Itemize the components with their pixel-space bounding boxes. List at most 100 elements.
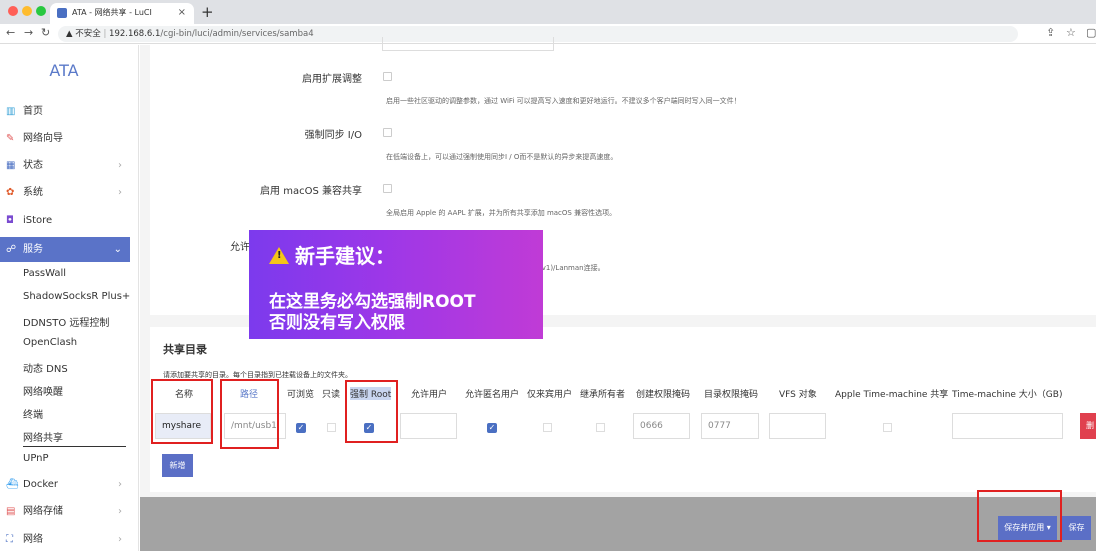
force-sync-checkbox[interactable] (383, 128, 392, 137)
minimize-window-icon[interactable] (22, 6, 32, 16)
tm-size-input[interactable] (952, 413, 1063, 439)
ext-tune-checkbox[interactable] (383, 72, 392, 81)
header-timemachine: Apple Time-machine 共享 (835, 390, 949, 400)
url-host: 192.168.6.1 (109, 29, 161, 39)
not-secure-label: 不安全 (75, 29, 101, 39)
header-guest: 允许匿名用户 (465, 390, 520, 400)
sidebar-item-services[interactable]: ☍ 服务 ⌄ (0, 237, 130, 262)
sidebar-item-label: 网络存储 (23, 506, 63, 517)
new-tab-icon[interactable]: + (201, 3, 214, 21)
guest-checkbox[interactable]: ✓ (487, 423, 497, 433)
chevron-right-icon: › (118, 187, 122, 198)
sidebar-subitem-ssr-plus[interactable]: ShadowSocksR Plus+ (23, 291, 130, 302)
chevron-right-icon: › (118, 479, 122, 490)
share-icon[interactable]: ⇪ (1046, 26, 1055, 39)
sidebar-item-system[interactable]: ✿ 系统 › (0, 182, 130, 204)
callout-line-2: 否则没有写入权限 (269, 313, 405, 333)
sidebar-item-label: 网络向导 (23, 133, 63, 144)
callout-title-row: 新手建议： (269, 240, 395, 269)
favicon-icon (57, 8, 67, 18)
macos-description: 全局启用 Apple 的 AAPL 扩展，并为所有共享添加 macOS 兼容性选… (386, 209, 617, 217)
chevron-right-icon: › (118, 160, 122, 171)
sidebar-item-label: Docker (23, 479, 59, 490)
browser-tab[interactable]: ATA - 网络共享 - LuCI × (50, 3, 194, 24)
macos-checkbox[interactable] (383, 184, 392, 193)
save-button[interactable]: 保存 (1062, 516, 1091, 540)
sidebar-item-storage[interactable]: ▤ 网络存储 › (0, 501, 130, 523)
window-icon[interactable]: ▢ (1086, 26, 1096, 39)
browsable-checkbox[interactable]: ✓ (296, 423, 306, 433)
force-sync-label: 强制同步 I/O (304, 130, 362, 141)
sidebar-subitem-samba[interactable]: 网络共享 (23, 429, 63, 444)
system-icon: ✿ (6, 187, 15, 198)
allow-users-input[interactable] (400, 413, 457, 439)
sidebar-subitem-openclash[interactable]: OpenClash (23, 337, 77, 348)
guest-only-checkbox[interactable] (543, 423, 552, 432)
reload-icon[interactable]: ↻ (41, 26, 50, 39)
sidebar-subitem-upnp[interactable]: UPnP (23, 453, 49, 464)
storage-icon: ▤ (6, 506, 16, 517)
header-dir-mask: 目录权限掩码 (704, 390, 759, 400)
header-browsable: 可浏览 (287, 390, 315, 400)
sidebar-item-label: 首页 (23, 106, 43, 117)
macos-label: 启用 macOS 兼容共享 (260, 186, 362, 197)
sidebar-item-wizard[interactable]: ✎ 网络向导 (0, 128, 130, 150)
allow-description: (v1)/Lanman连接。 (539, 264, 605, 272)
tip-callout: 新手建议： 在这里务必勾选强制ROOT 否则没有写入权限 (249, 230, 543, 339)
chevron-right-icon: › (118, 506, 122, 517)
ext-tune-label: 启用扩展调整 (302, 74, 362, 85)
wizard-icon: ✎ (6, 133, 15, 144)
header-guest-only: 仅来宾用户 (527, 390, 573, 400)
brand-logo: ATA (49, 61, 79, 80)
sidebar-subitem-terminal[interactable]: 终端 (23, 406, 43, 421)
back-icon[interactable]: ← (6, 26, 15, 39)
text-input-partial[interactable] (382, 37, 554, 51)
sidebar-item-docker[interactable]: ⛴ Docker › (0, 474, 130, 496)
sidebar-item-istore[interactable]: ◘ iStore (0, 210, 130, 232)
url-path: /cgi-bin/luci/admin/services/samba4 (160, 29, 314, 39)
tab-close-icon[interactable]: × (178, 3, 186, 23)
inherit-checkbox[interactable] (596, 423, 605, 432)
dir-mask-input[interactable]: 0777 (701, 413, 759, 439)
chevron-right-icon: › (118, 534, 122, 545)
header-inherit: 继承所有者 (580, 390, 626, 400)
sidebar-subitem-ddns[interactable]: 动态 DNS (23, 360, 68, 375)
home-icon: ▥ (6, 106, 16, 117)
readonly-checkbox[interactable] (327, 423, 336, 432)
sidebar-subitem-ddnsto[interactable]: DDNSTO 远程控制 (23, 314, 109, 329)
sidebar-item-home[interactable]: ▥ 首页 (0, 101, 130, 123)
header-allow-users: 允许用户 (411, 390, 448, 400)
sidebar-subitem-wol[interactable]: 网络唤醒 (23, 383, 63, 398)
header-create-mask: 创建权限掩码 (636, 390, 691, 400)
services-icon: ☍ (6, 244, 17, 255)
sidebar-item-status[interactable]: ▦ 状态 › (0, 155, 130, 177)
create-mask-input[interactable]: 0666 (633, 413, 690, 439)
vfs-input[interactable] (769, 413, 826, 439)
shares-section-title: 共享目录 (163, 343, 207, 356)
force-sync-description: 在低端设备上，可以通过强制使用同步I / O而不是默认的异步来提高速度。 (386, 153, 618, 161)
add-share-button[interactable]: 新增 (162, 454, 193, 477)
shares-card: 共享目录 请添加要共享的目录。每个目录指到已挂载设备上的文件夹。 名称 路径 可… (150, 327, 1096, 492)
sidebar-item-network[interactable]: ⛶ 网络 › (0, 529, 130, 551)
close-window-icon[interactable] (8, 6, 18, 16)
highlight-box-save-apply (977, 490, 1062, 542)
delete-button[interactable]: 删 (1080, 413, 1096, 439)
maximize-window-icon[interactable] (36, 6, 46, 16)
warning-triangle-icon (269, 247, 289, 264)
tab-title: ATA - 网络共享 - LuCI (72, 8, 152, 17)
store-icon: ◘ (6, 215, 14, 226)
warning-icon: ▲ (66, 29, 73, 39)
sidebar-subitem-passwall[interactable]: PassWall (23, 268, 66, 279)
forward-icon[interactable]: → (24, 26, 33, 39)
timemachine-checkbox[interactable] (883, 423, 892, 432)
highlight-box-name (151, 379, 213, 444)
ext-tune-description: 启用一些社区驱动的调整参数，通过 WiFi 可以提高写入速度和更好地运行。不建议… (386, 97, 741, 105)
sidebar-item-label: 网络 (23, 534, 43, 545)
bookmark-star-icon[interactable]: ☆ (1066, 26, 1076, 39)
highlight-box-force-root (345, 380, 398, 443)
header-readonly: 只读 (322, 390, 341, 400)
docker-icon: ⛴ (6, 479, 19, 490)
header-vfs: VFS 对象 (779, 390, 817, 400)
highlight-box-path (220, 379, 279, 449)
active-subitem-underline (23, 446, 126, 447)
